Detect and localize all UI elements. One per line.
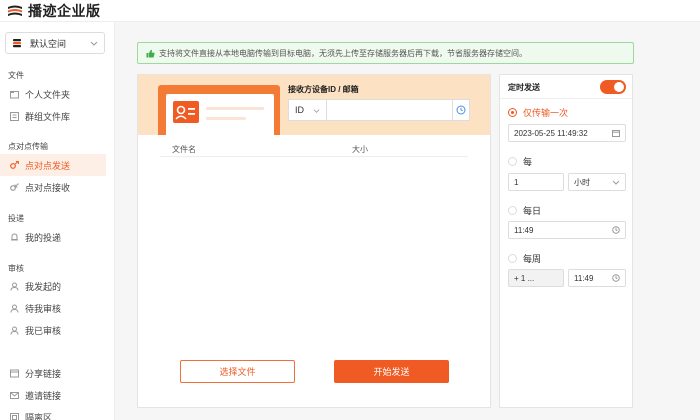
- column-header-size: 大小: [352, 145, 368, 154]
- calendar-icon: [612, 130, 620, 137]
- sidebar-item-label: 个人文件夹: [25, 89, 71, 100]
- radio-button: [508, 108, 517, 117]
- sidebar: 默认空间 文件 个人文件夹 群组文件库 点对点传输 点对点发送 点对点接收 投递…: [0, 22, 115, 420]
- quarantine-icon: [10, 412, 19, 420]
- radio-daily-label: 每日: [523, 206, 542, 216]
- daily-time-field[interactable]: 11:49: [508, 221, 626, 239]
- sidebar-item-label: 我的投递: [25, 232, 62, 243]
- sidebar-item-quarantine[interactable]: 隔离区: [0, 406, 106, 420]
- every-unit-select[interactable]: 小时: [568, 173, 626, 191]
- section-label-files: 文件: [8, 71, 24, 80]
- logo-icon: [8, 5, 22, 16]
- thumbs-up-icon: [146, 49, 155, 57]
- choose-file-button[interactable]: 选择文件: [180, 360, 295, 383]
- sidebar-item-label: 邀请链接: [25, 390, 62, 401]
- chevron-down-icon: [612, 180, 620, 185]
- id-card-illustration: [158, 85, 280, 135]
- sidebar-item-personal-folder[interactable]: 个人文件夹: [0, 83, 106, 105]
- radio-weekly-label: 每周: [523, 254, 542, 264]
- receive-icon: [10, 182, 19, 191]
- chevron-down-icon: [313, 108, 320, 113]
- workspace-selector[interactable]: 默认空间: [5, 32, 105, 54]
- sidebar-item-my-delivery[interactable]: 我的投递: [0, 226, 106, 248]
- radio-button: [508, 206, 517, 215]
- sidebar-item-label: 待我审核: [25, 303, 62, 314]
- device-history-button[interactable]: [452, 100, 469, 120]
- once-datetime-field[interactable]: 2023-05-25 11:49:32: [508, 124, 626, 142]
- receiver-id-input[interactable]: [327, 100, 453, 120]
- every-unit-value: 小时: [574, 177, 590, 187]
- sidebar-item-share-links[interactable]: 分享链接: [0, 362, 106, 384]
- radio-once-label: 仅传输一次: [523, 108, 569, 118]
- sidebar-item-reviewed[interactable]: 我已审核: [0, 319, 106, 341]
- schedule-header: 定时发送: [500, 75, 632, 99]
- radio-button: [508, 254, 517, 263]
- workspace-icon: [13, 39, 21, 48]
- radio-once[interactable]: 仅传输一次: [508, 106, 568, 119]
- weekly-time-value: 11:49: [574, 273, 594, 283]
- sidebar-item-label: 分享链接: [25, 368, 62, 379]
- sidebar-item-label: 隔离区: [25, 412, 53, 420]
- workspace-label: 默认空间: [30, 38, 67, 49]
- schedule-toggle[interactable]: [600, 80, 626, 94]
- library-icon: [10, 111, 19, 121]
- receiver-type-select[interactable]: ID: [289, 100, 328, 120]
- section-label-review: 审核: [8, 264, 24, 273]
- radio-daily[interactable]: 每日: [508, 204, 541, 217]
- link-icon: [10, 369, 19, 377]
- weekly-days-select[interactable]: + 1 ...: [508, 269, 564, 287]
- sidebar-item-group-library[interactable]: 群组文件库: [0, 105, 106, 127]
- bell-icon: [11, 232, 18, 240]
- sidebar-item-p2p-send[interactable]: 点对点发送: [0, 154, 106, 176]
- column-header-name: 文件名: [172, 145, 196, 154]
- notice-text: 支持将文件直接从本地电脑传输到目标电脑，无须先上传至存储服务器后再下载，节省服务…: [159, 48, 527, 58]
- schedule-title: 定时发送: [508, 83, 540, 92]
- sidebar-item-invite-links[interactable]: 邀请链接: [0, 384, 106, 406]
- sidebar-item-label: 我已审核: [25, 325, 62, 336]
- receiver-input-group: ID: [288, 99, 470, 121]
- once-datetime-value: 2023-05-25 11:49:32: [514, 128, 588, 138]
- section-label-delivery: 投递: [8, 214, 24, 223]
- receiver-banner: 接收方设备ID / 邮箱 ID: [138, 75, 490, 135]
- sidebar-item-label: 我发起的: [25, 281, 62, 292]
- section-label-p2p: 点对点传输: [8, 142, 48, 151]
- sidebar-item-label: 点对点接收: [25, 182, 71, 193]
- radio-button: [508, 157, 517, 166]
- radio-every[interactable]: 每: [508, 155, 532, 168]
- user-icon: [10, 326, 19, 335]
- radio-every-label: 每: [523, 157, 533, 167]
- clock-icon: [612, 226, 620, 234]
- sidebar-item-initiated[interactable]: 我发起的: [0, 275, 106, 297]
- sidebar-item-label: 点对点发送: [25, 160, 71, 171]
- mail-icon: [10, 391, 19, 399]
- sidebar-item-label: 群组文件库: [25, 111, 71, 122]
- toggle-knob: [614, 82, 624, 92]
- schedule-panel: 定时发送 仅传输一次 2023-05-25 11:49:32 每 1 小时 每日…: [499, 74, 633, 408]
- main-content: 支持将文件直接从本地电脑传输到目标电脑，无须先上传至存储服务器后再下载，节省服务…: [115, 22, 700, 420]
- sidebar-item-p2p-receive[interactable]: 点对点接收: [0, 176, 106, 198]
- every-count-value: 1: [514, 177, 519, 187]
- user-icon: [10, 304, 19, 313]
- info-notice: 支持将文件直接从本地电脑传输到目标电脑，无须先上传至存储服务器后再下载，节省服务…: [137, 42, 634, 64]
- send-panel: 接收方设备ID / 邮箱 ID 文件名 大小 选择文件 开始发送: [137, 74, 491, 408]
- radio-weekly[interactable]: 每周: [508, 252, 541, 265]
- user-icon: [10, 282, 19, 291]
- receiver-label: 接收方设备ID / 邮箱: [288, 85, 359, 94]
- weekly-days-value: + 1 ...: [514, 273, 535, 283]
- top-bar: 播迹企业版: [0, 0, 700, 22]
- chevron-down-icon: [90, 41, 98, 46]
- start-send-button[interactable]: 开始发送: [334, 360, 449, 383]
- daily-time-value: 11:49: [514, 225, 534, 235]
- weekly-time-field[interactable]: 11:49: [568, 269, 626, 287]
- send-icon: [10, 160, 19, 169]
- file-table-header: 文件名 大小: [160, 141, 468, 157]
- sidebar-item-pending-review[interactable]: 待我审核: [0, 297, 106, 319]
- app-title: 播迹企业版: [28, 2, 101, 19]
- folder-icon: [10, 90, 19, 98]
- clock-icon: [612, 274, 620, 282]
- clock-icon: [456, 105, 466, 115]
- receiver-type-value: ID: [295, 105, 304, 115]
- every-count-input[interactable]: 1: [508, 173, 564, 191]
